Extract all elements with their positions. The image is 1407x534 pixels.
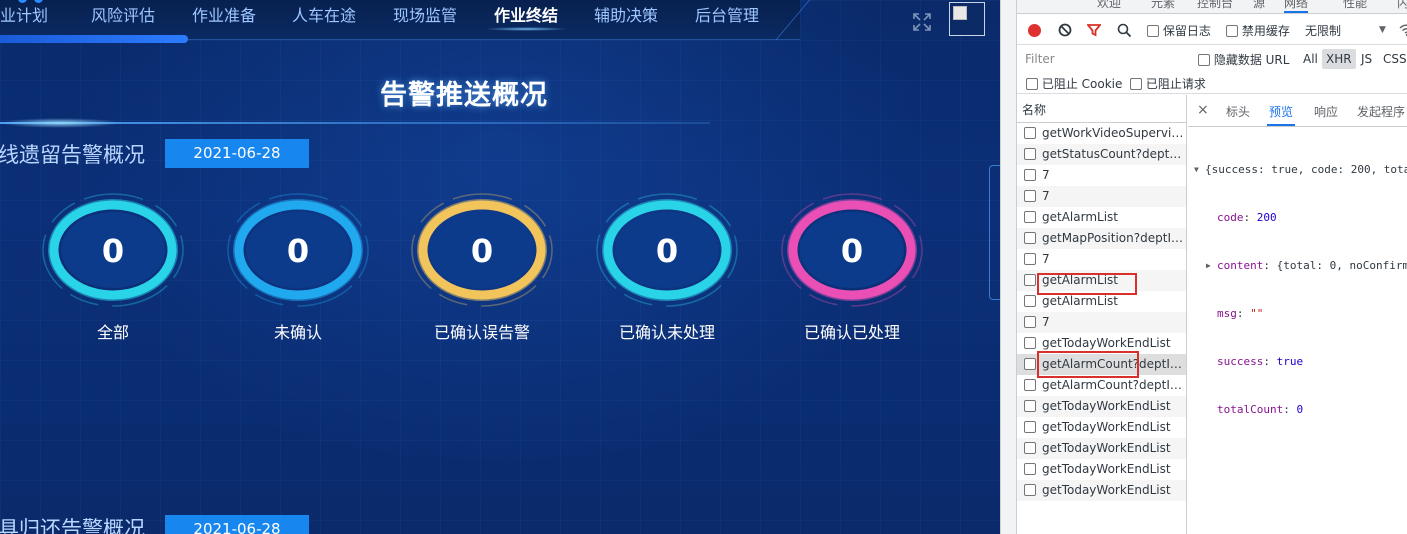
json-root[interactable]: ▼ {success: true, code: 200, tota	[1188, 162, 1407, 178]
tab-performance[interactable]: 性能	[1343, 0, 1367, 11]
fullscreen-icon[interactable]	[912, 12, 932, 32]
request-row[interactable]: 7	[1017, 186, 1186, 207]
request-row[interactable]: getMapPosition?deptId...	[1017, 228, 1186, 249]
request-row[interactable]: getTodayWorkEndList	[1017, 480, 1186, 501]
tab-elements[interactable]: 元素	[1151, 0, 1175, 11]
json-preview: ▼ {success: true, code: 200, tota code: 2…	[1188, 130, 1407, 450]
nav-item-work-end[interactable]: 作业终结	[483, 2, 569, 31]
request-row[interactable]: getTodayWorkEndList	[1017, 438, 1186, 459]
json-field: totalCount: 0	[1217, 403, 1304, 416]
expand-triangle-icon[interactable]: ▼	[1194, 162, 1199, 178]
type-filter-js[interactable]: JS	[1357, 49, 1376, 69]
request-row[interactable]: 7	[1017, 165, 1186, 186]
broken-image-icon	[949, 2, 985, 36]
page-title: 告警推送概况	[380, 80, 548, 111]
date-picker[interactable]: 2021-06-28	[165, 139, 309, 168]
request-row[interactable]: getTodayWorkEndList	[1017, 459, 1186, 480]
devtools-sidebar	[1001, 0, 1017, 534]
highlight-box	[1037, 273, 1137, 295]
devtools-panel: 欢迎 元素 控制台 源 网络 性能 内 保留日志 禁用缓存 无限制 ▼ Filt…	[1000, 0, 1407, 534]
request-row[interactable]: 7	[1017, 312, 1186, 333]
tab-welcome[interactable]: 欢迎	[1097, 0, 1121, 11]
stat-value: 0	[655, 232, 679, 270]
record-icon[interactable]	[1028, 24, 1041, 37]
throttle-select[interactable]: 无限制	[1305, 22, 1341, 39]
request-row[interactable]: getTodayWorkEndList	[1017, 417, 1186, 438]
request-row[interactable]: getAlarmCount?deptId=...	[1017, 375, 1186, 396]
nav-item-work-plan[interactable]: 业计划	[0, 2, 48, 26]
dashboard: 业计划 风险评估 作业准备 人车在途 现场监管 作业终结 辅助决策 后台管理 告…	[0, 0, 1000, 534]
tab-console[interactable]: 控制台	[1197, 0, 1233, 11]
json-field: success: true	[1217, 355, 1304, 368]
wifi-icon[interactable]	[1399, 23, 1407, 37]
nav-item-risk-assessment[interactable]: 风险评估	[91, 2, 155, 26]
request-row[interactable]: getAlarmList	[1017, 207, 1186, 228]
response-detail: × 标头 预览 响应 发起程序 ▼ {success: true, code: 2…	[1188, 95, 1407, 534]
stat-label: 已确认误告警	[433, 323, 530, 342]
filter-input[interactable]: Filter	[1020, 49, 1185, 69]
stat-all[interactable]: 0 全部	[38, 188, 188, 348]
preserve-log-toggle[interactable]: 保留日志	[1147, 22, 1211, 39]
blocked-cookies-toggle[interactable]: 已阻止 Cookie	[1026, 75, 1122, 92]
stat-value: 0	[470, 232, 494, 270]
tab-initiator[interactable]: 发起程序	[1357, 103, 1405, 120]
request-row[interactable]: getStatusCount?deptId=7	[1017, 144, 1186, 165]
title-glow	[0, 118, 120, 128]
stat-label: 已确认未处理	[618, 323, 715, 342]
tab-network[interactable]: 网络	[1284, 0, 1309, 13]
stat-value: 0	[840, 232, 864, 270]
json-field[interactable]: ▶ content: {total: 0, noConfirm	[1188, 258, 1407, 274]
expand-triangle-icon[interactable]: ▶	[1206, 258, 1211, 274]
clear-icon[interactable]	[1058, 23, 1072, 37]
detail-tabs: × 标头 预览 响应 发起程序	[1188, 95, 1407, 127]
stat-value: 0	[101, 232, 125, 270]
side-bracket	[989, 165, 1000, 300]
json-field: msg: ""	[1217, 307, 1264, 320]
stat-value: 0	[286, 232, 310, 270]
type-filter-xhr[interactable]: XHR	[1322, 49, 1356, 69]
devtools-top-tabs: 欢迎 元素 控制台 源 网络 性能 内	[1017, 0, 1407, 14]
stat-label: 全部	[96, 323, 129, 342]
nav-item-decision-support[interactable]: 辅助决策	[594, 2, 658, 26]
section-title: 线遗留告警概况	[0, 143, 145, 167]
highlight-box	[1037, 351, 1139, 378]
section-title: 具归还告警概况	[0, 517, 145, 534]
tab-response[interactable]: 响应	[1314, 103, 1338, 120]
nav-item-site-supervision[interactable]: 现场监管	[393, 2, 457, 26]
stat-unconfirmed[interactable]: 0 未确认	[223, 188, 373, 348]
nav-progress-bar	[0, 35, 188, 43]
column-header-name[interactable]: 名称	[1017, 95, 1186, 123]
stat-handled[interactable]: 0 已确认已处理	[777, 188, 927, 348]
filter-bar: Filter 隐藏数据 URL All XHR JS CSS	[1017, 46, 1407, 70]
chevron-down-icon: ▼	[1379, 25, 1386, 35]
json-field: code: 200	[1217, 211, 1277, 224]
stat-label: 已确认已处理	[803, 323, 900, 342]
date-picker[interactable]: 2021-06-28	[165, 515, 309, 534]
nav-item-work-prep[interactable]: 作业准备	[192, 2, 256, 26]
nav-item-vehicle-transit[interactable]: 人车在途	[292, 2, 356, 26]
request-row[interactable]: getTodayWorkEndList	[1017, 396, 1186, 417]
filter-icon[interactable]	[1087, 23, 1101, 37]
stat-unhandled[interactable]: 0 已确认未处理	[592, 188, 742, 348]
tab-headers[interactable]: 标头	[1226, 103, 1250, 120]
disable-cache-toggle[interactable]: 禁用缓存	[1226, 22, 1290, 39]
close-icon[interactable]: ×	[1197, 102, 1209, 118]
request-row[interactable]: getWorkVideoSupervise...	[1017, 123, 1186, 144]
request-list: 名称 getWorkVideoSupervise... getStatusCou…	[1017, 95, 1187, 534]
stat-label: 未确认	[273, 323, 322, 342]
blocked-bar: 已阻止 Cookie 已阻止请求	[1017, 70, 1407, 94]
type-filter-all[interactable]: All	[1299, 49, 1322, 69]
network-toolbar: 保留日志 禁用缓存 无限制 ▼	[1017, 15, 1407, 45]
type-filter-css[interactable]: CSS	[1379, 49, 1407, 69]
stat-false-alarm[interactable]: 0 已确认误告警	[407, 188, 557, 348]
hide-data-urls-toggle[interactable]: 隐藏数据 URL	[1198, 51, 1289, 68]
blocked-requests-toggle[interactable]: 已阻止请求	[1130, 75, 1206, 92]
tab-sources[interactable]: 源	[1253, 0, 1265, 11]
request-row[interactable]: 7	[1017, 249, 1186, 270]
tab-more[interactable]: 内	[1397, 0, 1407, 11]
tab-preview[interactable]: 预览	[1266, 103, 1296, 126]
search-icon[interactable]	[1117, 23, 1132, 38]
nav-item-admin[interactable]: 后台管理	[695, 2, 759, 26]
